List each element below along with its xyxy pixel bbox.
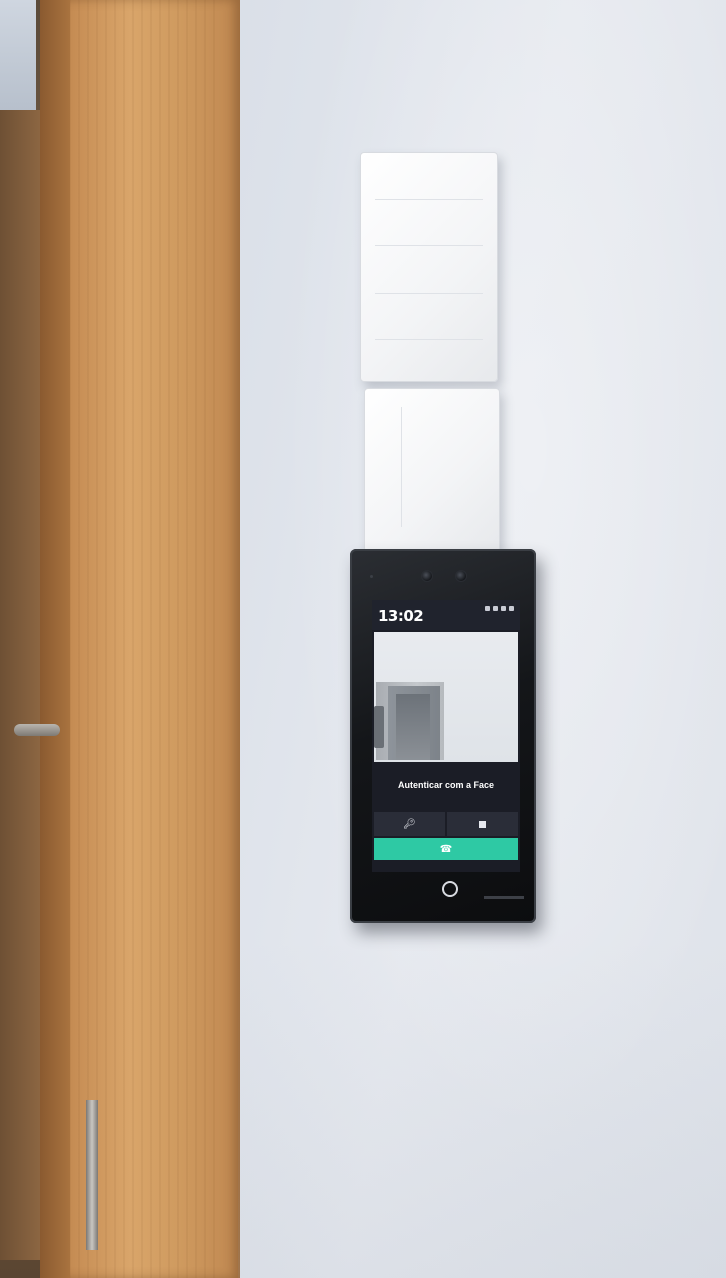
door-handle[interactable]: [14, 724, 60, 736]
switch-divider: [375, 245, 483, 246]
switch-divider: [375, 293, 483, 294]
key-button[interactable]: 🔑︎: [374, 812, 445, 836]
qr-code-icon: [479, 820, 486, 828]
qr-code-button[interactable]: [447, 812, 518, 836]
door-panel: [0, 110, 40, 1260]
switch-divider: [375, 199, 483, 200]
action-row: 🔑︎: [374, 812, 518, 836]
wall-lower-shade: [238, 940, 726, 1278]
light-switch-plate-top[interactable]: [360, 152, 498, 382]
wood-grain: [60, 0, 220, 1278]
status-bar: 13:02: [372, 600, 520, 630]
switch-divider: [375, 339, 483, 340]
brand-mark: [484, 896, 524, 899]
phone-icon: ☎︎: [439, 843, 453, 855]
key-icon: 🔑︎: [403, 818, 416, 830]
camera-lens-icon: [421, 570, 433, 582]
preview-person: [374, 706, 384, 748]
network-icon: [485, 606, 490, 611]
preview-doorway-interior: [396, 694, 430, 760]
cloud-icon: [501, 606, 506, 611]
home-ring-icon[interactable]: [442, 881, 458, 897]
terminal-screen: 13:02 Autenticar com a Face 🔑︎ ☎︎: [372, 600, 520, 872]
room-ceiling: [0, 0, 36, 110]
wifi-icon: [493, 606, 498, 611]
face-auth-prompt: Autenticar com a Face: [397, 780, 495, 790]
camera-lens-icon: [455, 570, 467, 582]
light-switch-plate-bottom[interactable]: [364, 388, 500, 552]
camera-preview: [374, 632, 518, 762]
switch-divider: [401, 407, 402, 527]
sensor-icon: [370, 575, 373, 578]
clock: 13:02: [378, 607, 424, 625]
door-edge: [40, 0, 70, 1278]
settings-icon: [509, 606, 514, 611]
call-button[interactable]: ☎︎: [374, 838, 518, 860]
status-icons: [474, 606, 514, 612]
door-hinge: [86, 1100, 98, 1250]
